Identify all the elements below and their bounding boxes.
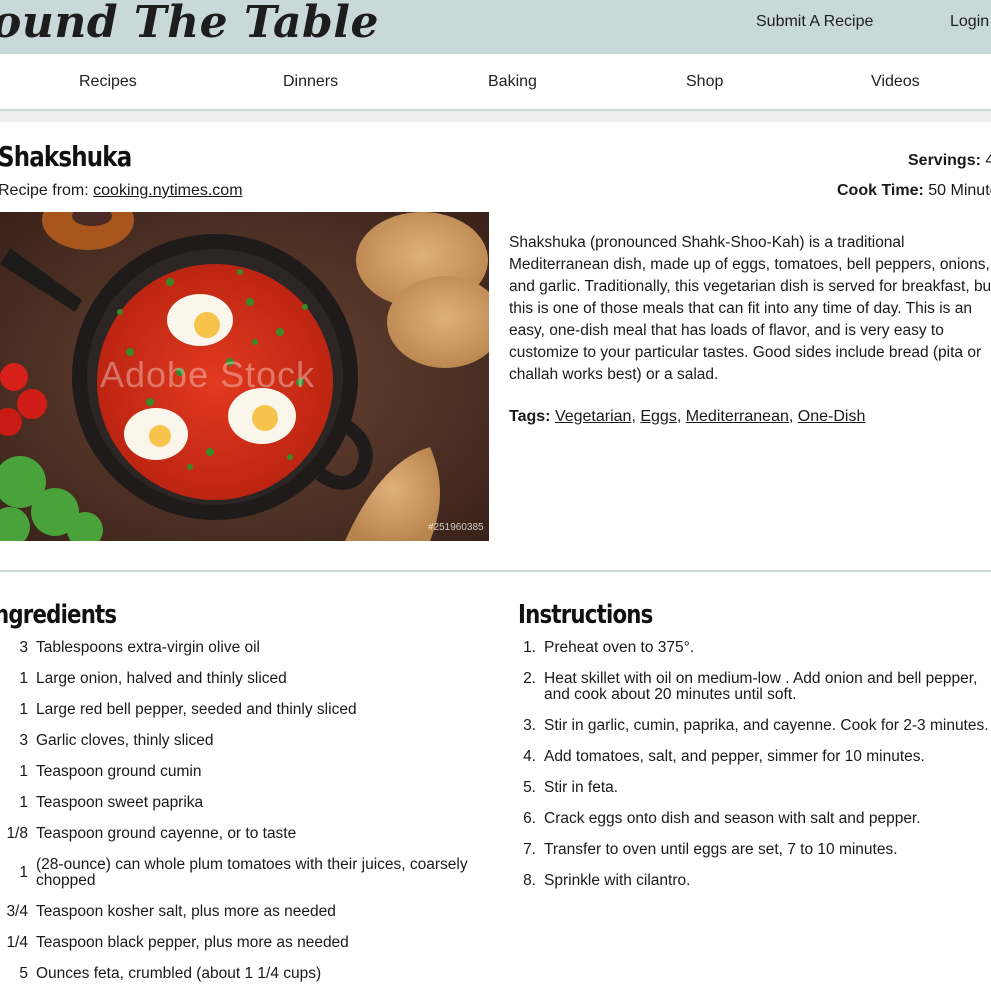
step-text: Crack eggs onto dish and season with sal… — [544, 810, 921, 827]
login-link[interactable]: Login — [950, 13, 989, 31]
ingredient-text: Teaspoon ground cayenne, or to taste — [36, 825, 297, 842]
ingredient-qty: 1 — [19, 763, 28, 780]
step-number: 7. — [523, 841, 536, 858]
nav-item-baking[interactable]: Baking — [488, 73, 537, 91]
servings-info: Servings: 4- — [908, 152, 991, 170]
servings-value: 4- — [985, 152, 991, 169]
step-number: 1. — [523, 639, 536, 656]
tag-eggs[interactable]: Eggs — [640, 408, 676, 425]
recipe-tags: Tags: Vegetarian, Eggs, Mediterranean, O… — [509, 408, 866, 425]
ingredient-text: Teaspoon sweet paprika — [36, 794, 204, 811]
tags-label: Tags: — [509, 408, 551, 425]
cook-time-value: 50 Minute — [928, 182, 991, 199]
nav-item-shop[interactable]: Shop — [686, 73, 723, 91]
site-header: ound The Table Submit A Recipe Login — [0, 0, 991, 54]
ingredient-qty: 5 — [19, 965, 28, 982]
ingredient-text: Tablespoons extra-virgin olive oil — [36, 639, 261, 656]
ingredient-text: Ounces feta, crumbled (about 1 1/4 cups) — [36, 965, 322, 982]
step-number: 5. — [523, 779, 536, 796]
page-title: Shakshuka — [0, 140, 132, 173]
cook-time-label: Cook Time: — [837, 182, 924, 199]
step-number: 4. — [523, 748, 536, 765]
step-text: Sprinkle with cilantro. — [544, 872, 691, 889]
main-nav: Recipes Dinners Baking Shop Videos — [0, 54, 991, 111]
ingredient-qty: 1 — [19, 864, 28, 881]
section-divider — [0, 570, 991, 572]
step-text: Stir in feta. — [544, 779, 619, 796]
site-logo[interactable]: ound The Table — [0, 0, 379, 50]
ingredient-qty: 3/4 — [6, 903, 28, 920]
recipe-source-link[interactable]: cooking.nytimes.com — [93, 182, 242, 199]
nav-item-recipes[interactable]: Recipes — [79, 73, 137, 91]
tag-one-dish[interactable]: One-Dish — [798, 408, 866, 425]
step-text: Preheat oven to 375°. — [544, 639, 695, 656]
image-watermark: Adobe Stock — [100, 354, 316, 395]
ingredient-text: Teaspoon kosher salt, plus more as neede… — [36, 903, 336, 920]
recipe-photo: Adobe Stock #251960385 — [0, 212, 489, 541]
ingredient-qty: 1 — [19, 670, 28, 687]
list-item: 1 (28-ounce) can whole plum tomatoes with… — [0, 857, 490, 889]
ingredient-qty: 3 — [19, 732, 28, 749]
servings-label: Servings: — [908, 152, 981, 169]
step-text: Transfer to oven until eggs are set, 7 t… — [544, 841, 898, 858]
tag-mediterranean[interactable]: Mediterranean — [686, 408, 789, 425]
ingredient-text: Large red bell pepper, seeded and thinly… — [36, 701, 357, 718]
tag-vegetarian[interactable]: Vegetarian — [555, 408, 632, 425]
submit-recipe-link[interactable]: Submit A Recipe — [756, 13, 873, 31]
nav-item-videos[interactable]: Videos — [871, 73, 920, 91]
ingredient-text: Teaspoon black pepper, plus more as need… — [36, 934, 349, 951]
step-number: 3. — [523, 717, 536, 734]
instructions-heading: Instructions — [518, 600, 653, 630]
ingredient-text: Garlic cloves, thinly sliced — [36, 732, 214, 749]
nav-item-dinners[interactable]: Dinners — [283, 73, 338, 91]
ingredient-text: Large onion, halved and thinly sliced — [36, 670, 287, 687]
nav-separator-band — [0, 111, 991, 122]
cook-time-info: Cook Time: 50 Minute — [837, 182, 991, 200]
ingredient-qty: 1 — [19, 701, 28, 718]
recipe-source: Recipe from: cooking.nytimes.com — [0, 182, 243, 200]
recipe-description: Shakshuka (pronounced Shahk-Shoo-Kah) is… — [509, 234, 991, 383]
ingredient-text: (28-ounce) can whole plum tomatoes with … — [36, 856, 468, 889]
image-stock-id: #251960385 — [428, 522, 484, 533]
step-text: Add tomatoes, salt, and pepper, simmer f… — [544, 748, 925, 765]
step-number: 8. — [523, 872, 536, 889]
ingredients-heading: ngredients — [0, 600, 117, 630]
recipe-source-label: Recipe from: — [0, 182, 94, 199]
ingredient-text: Teaspoon ground cumin — [36, 763, 202, 780]
step-number: 6. — [523, 810, 536, 827]
ingredient-qty: 3 — [19, 639, 28, 656]
ingredient-qty: 1/4 — [6, 934, 28, 951]
step-number: 2. — [523, 670, 536, 687]
ingredient-qty: 1 — [19, 794, 28, 811]
step-text: Stir in garlic, cumin, paprika, and caye… — [544, 717, 989, 734]
ingredient-qty: 1/8 — [6, 825, 28, 842]
step-text: Heat skillet with oil on medium-low . Ad… — [544, 670, 978, 703]
